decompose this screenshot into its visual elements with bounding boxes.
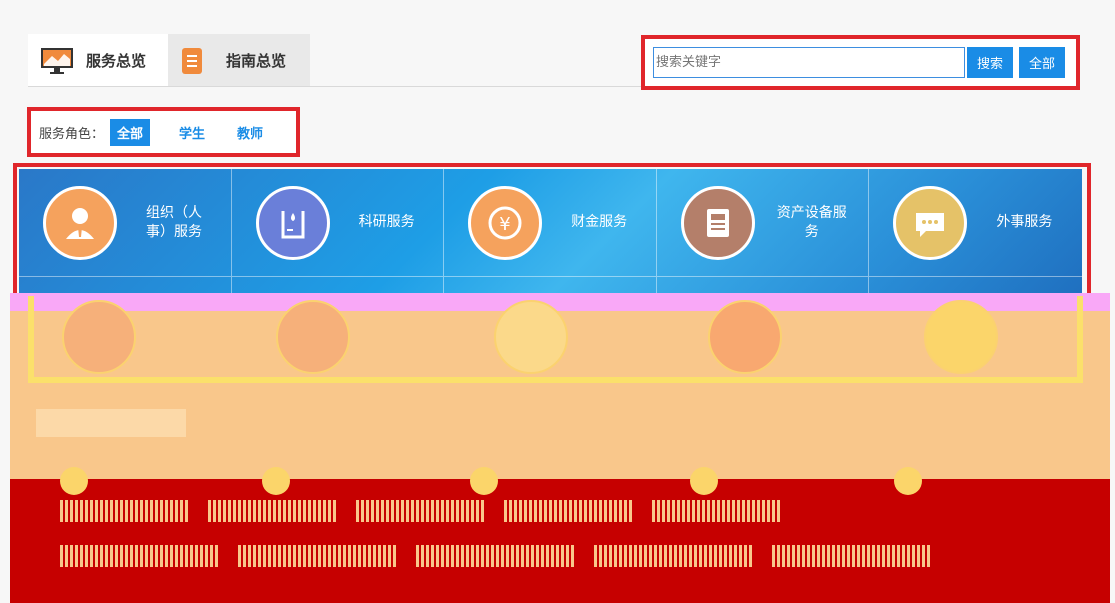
all-button[interactable]: 全部 bbox=[1019, 47, 1065, 78]
glitch-circle bbox=[62, 300, 136, 374]
service-item-assets[interactable]: 资产设备服务 bbox=[656, 169, 870, 277]
service-label: 外事服务 bbox=[996, 214, 1053, 230]
glitch-circle bbox=[494, 300, 568, 374]
yuan-icon: ¥ bbox=[468, 185, 543, 260]
glitch-dot bbox=[262, 467, 290, 495]
glitch-circle bbox=[276, 300, 350, 374]
glitch-noise-row bbox=[60, 500, 782, 522]
glitch-noise-row bbox=[60, 545, 932, 567]
glitch-circle bbox=[708, 300, 782, 374]
person-icon bbox=[43, 185, 117, 260]
search-area: 搜索 全部 bbox=[641, 35, 1080, 90]
service-label: 资产设备服务 bbox=[776, 204, 847, 240]
service-item-foreign-affairs[interactable]: 外事服务 bbox=[869, 169, 1082, 277]
role-filter: 服务角色： 全部 学生 教师 bbox=[27, 107, 300, 157]
glitch-dot bbox=[690, 467, 718, 495]
monitor-chart-icon bbox=[40, 46, 73, 74]
service-grid: 组织（人事）服务 科研服务 ¥ 财金服务 资产设备服务 外事服务 bbox=[19, 169, 1082, 299]
service-label: 组织（人事）服务 bbox=[146, 204, 202, 240]
svg-text:¥: ¥ bbox=[499, 214, 510, 235]
service-item-personnel[interactable]: 组织（人事）服务 bbox=[19, 169, 232, 277]
role-option-teacher[interactable]: 教师 bbox=[230, 119, 270, 146]
chat-bubble-icon bbox=[893, 185, 968, 260]
service-item-finance[interactable]: ¥ 财金服务 bbox=[444, 169, 657, 277]
glitch-subtitle-bar bbox=[36, 409, 186, 437]
glitch-circle bbox=[924, 300, 998, 374]
role-filter-label: 服务角色： bbox=[39, 126, 105, 142]
role-option-all[interactable]: 全部 bbox=[110, 118, 151, 146]
document-icon bbox=[680, 185, 755, 260]
tab-label: 服务总览 bbox=[86, 51, 147, 70]
search-input[interactable] bbox=[653, 47, 965, 78]
glitch-dot bbox=[894, 467, 922, 495]
tab-service-overview[interactable]: 服务总览 bbox=[28, 34, 169, 86]
notebook-icon bbox=[180, 46, 208, 74]
beaker-icon bbox=[255, 185, 330, 260]
tab-guide-overview[interactable]: 指南总览 bbox=[168, 34, 311, 86]
service-item-research[interactable]: 科研服务 bbox=[231, 169, 445, 277]
glitch-dot bbox=[60, 467, 88, 495]
service-label: 财金服务 bbox=[571, 214, 628, 230]
search-button[interactable]: 搜索 bbox=[967, 47, 1013, 78]
glitch-dot bbox=[470, 467, 498, 495]
top-tabs: 服务总览 指南总览 bbox=[28, 34, 311, 86]
service-label: 科研服务 bbox=[358, 214, 415, 230]
role-option-student[interactable]: 学生 bbox=[172, 119, 212, 146]
glitch-band-red bbox=[10, 479, 1110, 603]
tab-label: 指南总览 bbox=[226, 51, 287, 70]
